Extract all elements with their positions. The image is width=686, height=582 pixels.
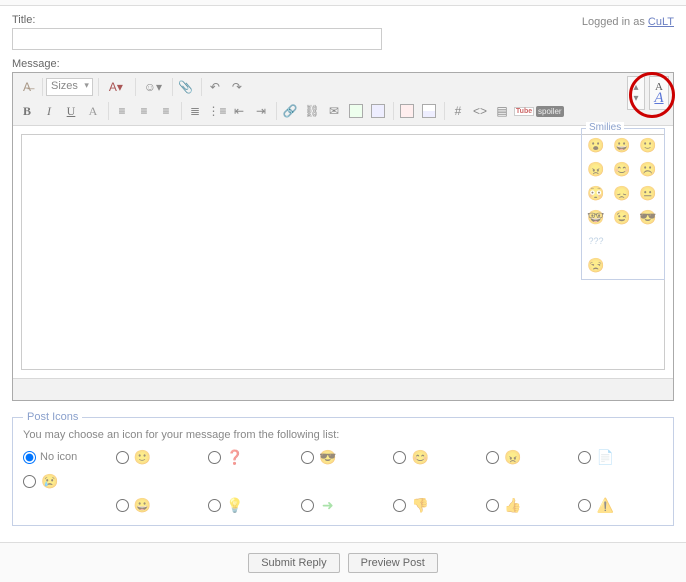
- pi-grin-icon: 😀: [133, 495, 153, 515]
- align-center-icon[interactable]: ≡: [134, 101, 154, 121]
- post-icon-1[interactable]: 🙂: [116, 447, 201, 467]
- table-icon[interactable]: [419, 101, 439, 121]
- underline-button[interactable]: U: [61, 101, 81, 121]
- expand-toggle[interactable]: ▴ ▾: [627, 76, 645, 110]
- arrow-up-icon: ▴: [633, 82, 638, 93]
- editor-mode-toggle[interactable]: A A: [649, 76, 669, 110]
- smiley-wink-icon[interactable]: 😉: [612, 207, 632, 227]
- hash-icon[interactable]: #: [448, 101, 468, 121]
- editor-container: A̶ Sizes A▾ ☺▾ 📎 ↶ ↷ B I U A ≡ ≡: [12, 72, 674, 401]
- post-icon-11[interactable]: 👍: [486, 495, 571, 515]
- message-label: Message:: [12, 58, 674, 70]
- smiley-angry-icon[interactable]: 😠: [586, 159, 606, 179]
- post-icon-9[interactable]: ➜: [301, 495, 386, 515]
- smiley-redface-icon[interactable]: 😳: [586, 183, 606, 203]
- remove-format-icon[interactable]: A̶: [17, 77, 37, 97]
- arrow-down-icon: ▾: [633, 93, 638, 104]
- pi-note-icon: 📄: [595, 447, 615, 467]
- youtube-icon[interactable]: Tube: [514, 101, 534, 121]
- post-icon-blank: [23, 495, 108, 515]
- align-right-icon[interactable]: ≡: [156, 101, 176, 121]
- smilies-legend: Smilies: [586, 122, 624, 133]
- pi-angry-icon: 😠: [503, 447, 523, 467]
- post-icons-fieldset: Post Icons You may choose an icon for yo…: [12, 411, 674, 526]
- video-icon[interactable]: [368, 101, 388, 121]
- smiley-happy-icon[interactable]: 😊: [612, 159, 632, 179]
- post-icon-12[interactable]: ⚠️: [578, 495, 663, 515]
- unlink-icon[interactable]: ⛓: [302, 101, 322, 121]
- email-icon[interactable]: ✉: [324, 101, 344, 121]
- unordered-list-icon[interactable]: ⋮≡: [207, 101, 227, 121]
- undo-icon[interactable]: ↶: [205, 77, 225, 97]
- letter-a-styled-icon: A: [654, 92, 663, 105]
- indent-icon[interactable]: ⇥: [251, 101, 271, 121]
- post-icon-13[interactable]: 📄: [578, 447, 663, 467]
- font-color-dropdown[interactable]: A▾: [102, 77, 130, 97]
- code-icon[interactable]: <>: [470, 101, 490, 121]
- post-icon-8[interactable]: 💡: [208, 495, 293, 515]
- pi-warning-icon: ⚠️: [595, 495, 615, 515]
- pi-happy-icon: 😊: [410, 447, 430, 467]
- post-icon-6[interactable]: 😢: [23, 471, 108, 491]
- pi-thumbup-icon: 👍: [503, 495, 523, 515]
- smiley-cool-icon[interactable]: 😎: [638, 207, 658, 227]
- post-icon-2[interactable]: ❓: [208, 447, 293, 467]
- smiley-glasses-icon[interactable]: 🤓: [586, 207, 606, 227]
- smiley-dropdown[interactable]: ☺▾: [139, 77, 167, 97]
- post-icon-4[interactable]: 😊: [393, 447, 478, 467]
- button-row: Submit Reply Preview Post: [0, 542, 686, 582]
- font-size-dropdown[interactable]: Sizes: [46, 78, 93, 96]
- toolbar: A̶ Sizes A▾ ☺▾ 📎 ↶ ↷ B I U A ≡ ≡: [13, 73, 673, 126]
- smiley-annoyed-icon[interactable]: 😒: [586, 255, 606, 275]
- post-icons-legend: Post Icons: [23, 411, 82, 423]
- pi-arrow-icon: ➜: [318, 495, 338, 515]
- image-icon[interactable]: [346, 101, 366, 121]
- pi-cool-icon: 😎: [318, 447, 338, 467]
- align-left-icon[interactable]: ≡: [112, 101, 132, 121]
- post-icons-desc: You may choose an icon for your message …: [23, 429, 663, 441]
- smiley-question-icon[interactable]: ???: [586, 231, 606, 251]
- pi-sad-icon: 😢: [40, 471, 60, 491]
- pi-question-icon: ❓: [225, 447, 245, 467]
- redo-icon[interactable]: ↷: [227, 77, 247, 97]
- post-icon-3[interactable]: 😎: [301, 447, 386, 467]
- outdent-icon[interactable]: ⇤: [229, 101, 249, 121]
- preview-post-button[interactable]: Preview Post: [348, 553, 438, 573]
- pi-thumbdown-icon: 👎: [410, 495, 430, 515]
- post-icon-5[interactable]: 😠: [486, 447, 571, 467]
- attachment-icon[interactable]: 📎: [176, 77, 196, 97]
- smilies-panel: Smilies 😮 😀 🙂 😠 😊 ☹️ 😳 😞 😐 🤓 😉 😎 ???: [581, 128, 665, 280]
- page-icon[interactable]: ▤: [492, 101, 512, 121]
- italic-button[interactable]: I: [39, 101, 59, 121]
- smiley-sad-icon[interactable]: 😞: [612, 183, 632, 203]
- submit-reply-button[interactable]: Submit Reply: [248, 553, 339, 573]
- username-link[interactable]: CuLT: [648, 16, 674, 28]
- smiley-frown-icon[interactable]: ☹️: [638, 159, 658, 179]
- ordered-list-icon[interactable]: ≣: [185, 101, 205, 121]
- post-icon-10[interactable]: 👎: [393, 495, 478, 515]
- spoiler-button[interactable]: spoiler: [536, 101, 564, 121]
- quote-icon[interactable]: [397, 101, 417, 121]
- smiley-smile-icon[interactable]: 🙂: [638, 135, 658, 155]
- font-family-button[interactable]: A: [83, 101, 103, 121]
- main-panel: Title: Logged in as CuLT Message: A̶ Siz…: [0, 6, 686, 536]
- bold-button[interactable]: B: [17, 101, 37, 121]
- smiley-pacman-icon[interactable]: 😮: [586, 135, 606, 155]
- link-icon[interactable]: 🔗: [280, 101, 300, 121]
- title-label: Title:: [12, 14, 35, 26]
- post-icon-none[interactable]: No icon: [23, 447, 108, 467]
- logged-in-text: Logged in as CuLT: [582, 14, 674, 28]
- editor-footer: [13, 378, 673, 400]
- pi-bulb-icon: 💡: [225, 495, 245, 515]
- post-icon-7[interactable]: 😀: [116, 495, 201, 515]
- smiley-grin-icon[interactable]: 😀: [612, 135, 632, 155]
- pi-smile-icon: 🙂: [133, 447, 153, 467]
- message-textarea[interactable]: [21, 134, 665, 370]
- title-input[interactable]: [12, 28, 382, 50]
- smiley-neutral-icon[interactable]: 😐: [638, 183, 658, 203]
